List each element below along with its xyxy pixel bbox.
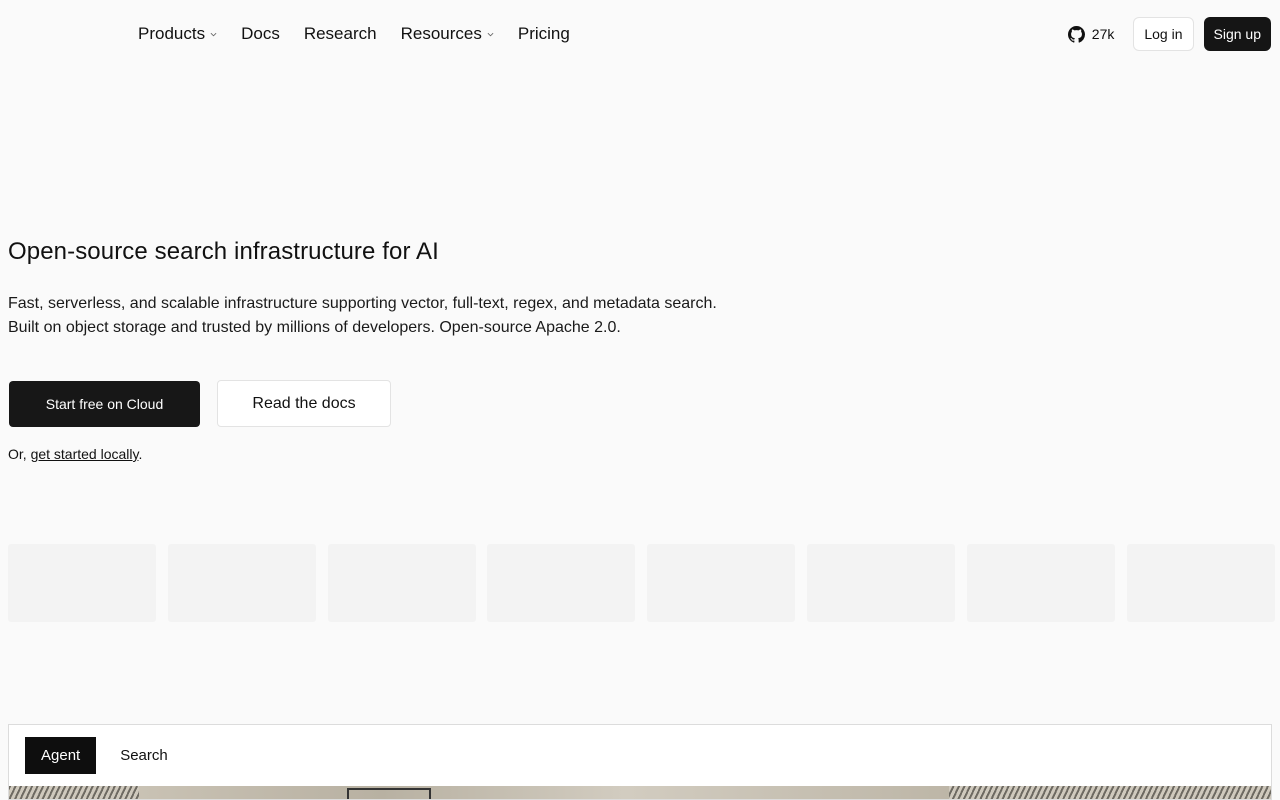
github-icon bbox=[1067, 25, 1085, 43]
login-button[interactable]: Log in bbox=[1133, 17, 1194, 51]
signup-button[interactable]: Sign up bbox=[1203, 17, 1271, 51]
chevron-down-icon bbox=[210, 32, 217, 36]
demo-artwork-image bbox=[9, 786, 1271, 799]
chevron-down-icon bbox=[487, 32, 494, 36]
github-stars-count: 27k bbox=[1091, 26, 1115, 42]
logo-placeholder bbox=[167, 544, 316, 622]
get-started-locally-link[interactable]: get started locally bbox=[31, 446, 139, 462]
read-docs-button[interactable]: Read the docs bbox=[217, 380, 391, 427]
nav-item-pricing[interactable]: Pricing bbox=[518, 22, 570, 46]
nav-item-label: Products bbox=[138, 24, 206, 43]
hero-title: Open-source search infrastructure for AI bbox=[8, 238, 439, 265]
nav-item-label: Research bbox=[303, 24, 377, 43]
nav-actions: 27k Log in Sign up bbox=[1067, 17, 1271, 51]
nav-item-research[interactable]: Research bbox=[304, 22, 377, 46]
hero-subtitle: Fast, serverless, and scalable infrastru… bbox=[8, 295, 717, 336]
demo-panel: Agent Search bbox=[8, 724, 1272, 800]
nav-item-label: Pricing bbox=[517, 24, 570, 43]
artwork-center bbox=[139, 786, 949, 799]
nav-item-docs[interactable]: Docs bbox=[241, 22, 280, 46]
customer-logos-row bbox=[8, 544, 1280, 622]
tab-search[interactable]: Search bbox=[96, 737, 192, 774]
get-started-locally-line: Or, get started locally. bbox=[8, 446, 142, 462]
top-nav: Products Docs Research Resources Pricing… bbox=[0, 0, 1280, 68]
logo-placeholder bbox=[327, 544, 476, 622]
logo-placeholder bbox=[8, 544, 156, 622]
demo-tabs: Agent Search bbox=[25, 737, 192, 774]
nav-item-label: Resources bbox=[400, 24, 482, 43]
nav-item-products[interactable]: Products bbox=[138, 22, 217, 46]
artwork-frame bbox=[347, 788, 431, 799]
logo-placeholder bbox=[487, 544, 636, 622]
logo-placeholder bbox=[806, 544, 955, 622]
logo-placeholder bbox=[647, 544, 796, 622]
local-suffix: . bbox=[138, 446, 143, 462]
nav-item-resources[interactable]: Resources bbox=[401, 22, 494, 46]
logo-placeholder bbox=[966, 544, 1115, 622]
start-free-cloud-button[interactable]: Start free on Cloud bbox=[9, 381, 200, 427]
tab-agent[interactable]: Agent bbox=[25, 737, 97, 774]
nav-item-label: Docs bbox=[241, 24, 280, 43]
logo-placeholder bbox=[1126, 544, 1275, 622]
github-stars-link[interactable]: 27k bbox=[1067, 25, 1115, 43]
local-prefix: Or, bbox=[8, 446, 31, 462]
nav-links: Products Docs Research Resources Pricing bbox=[138, 22, 594, 46]
